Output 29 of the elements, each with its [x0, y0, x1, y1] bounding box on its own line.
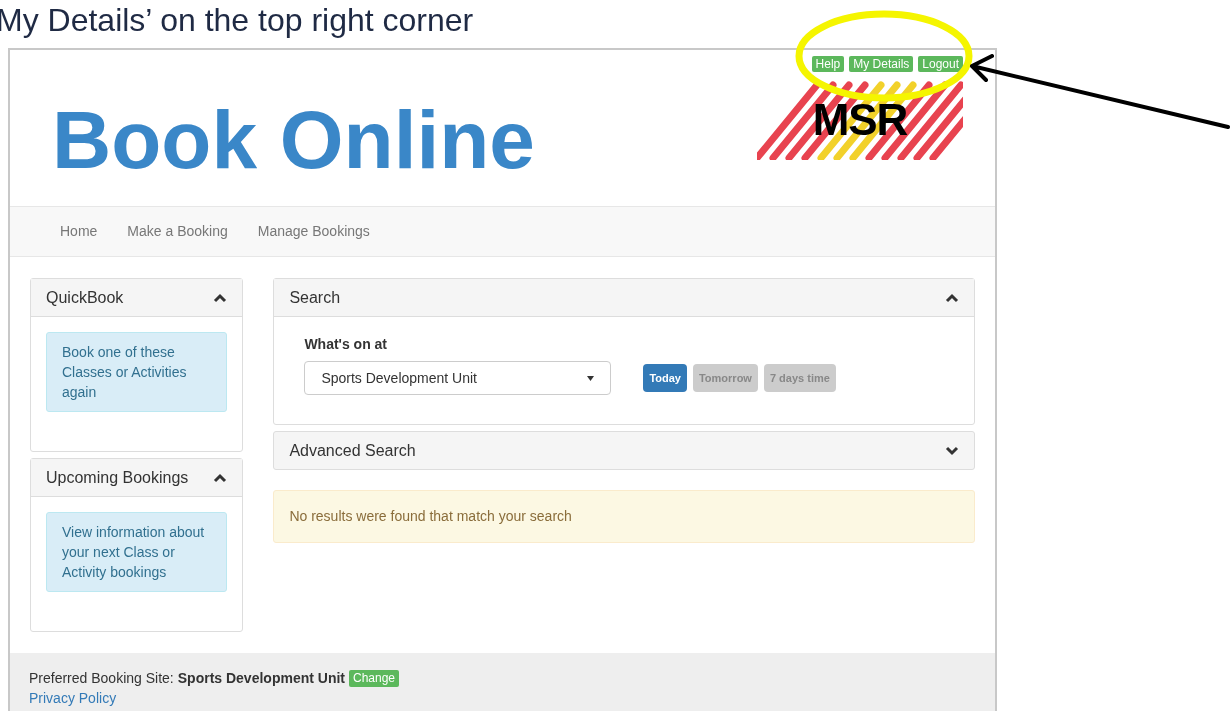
- site-label: Preferred Booking Site:: [29, 669, 174, 688]
- info-box[interactable]: View information about your next Class or Activity bookings: [46, 512, 228, 592]
- header-link[interactable]: Logout: [918, 56, 963, 72]
- chevron-up-icon[interactable]: [213, 472, 228, 483]
- change-button[interactable]: Change: [349, 669, 400, 687]
- site-name: Sports Development Unit: [177, 669, 345, 688]
- field-label: What's on at: [304, 335, 389, 354]
- no-results-alert: No results were found that match your search: [273, 490, 975, 543]
- nav-link[interactable]: Manage Bookings: [257, 221, 370, 242]
- logo-text: MSR: [812, 94, 908, 146]
- info-box[interactable]: Book one of these Classes or Activities again: [46, 332, 228, 412]
- dropdown-arrow-icon: [587, 375, 595, 381]
- period-button[interactable]: Tomorrow: [692, 364, 758, 392]
- chevron-up-icon[interactable]: [213, 292, 228, 303]
- chevron-up-icon[interactable]: [945, 292, 959, 303]
- panel-title: Search: [289, 287, 341, 308]
- period-button[interactable]: Today: [643, 364, 687, 392]
- nav-link[interactable]: Make a Booking: [127, 221, 228, 242]
- chevron-down-icon[interactable]: [945, 445, 959, 456]
- privacy-link[interactable]: Privacy Policy: [29, 688, 976, 708]
- panel-title: Upcoming Bookings: [46, 467, 189, 488]
- site-select[interactable]: Sports Development Unit: [304, 361, 612, 395]
- period-button[interactable]: 7 days time: [763, 364, 836, 392]
- panel-title: QuickBook: [46, 287, 124, 308]
- page-title: Book Online: [52, 93, 535, 187]
- header-link[interactable]: My Details: [849, 56, 914, 72]
- advanced-search-panel[interactable]: Advanced Search: [273, 431, 975, 470]
- header-link[interactable]: Help: [811, 56, 845, 72]
- nav-link[interactable]: Home: [60, 221, 98, 242]
